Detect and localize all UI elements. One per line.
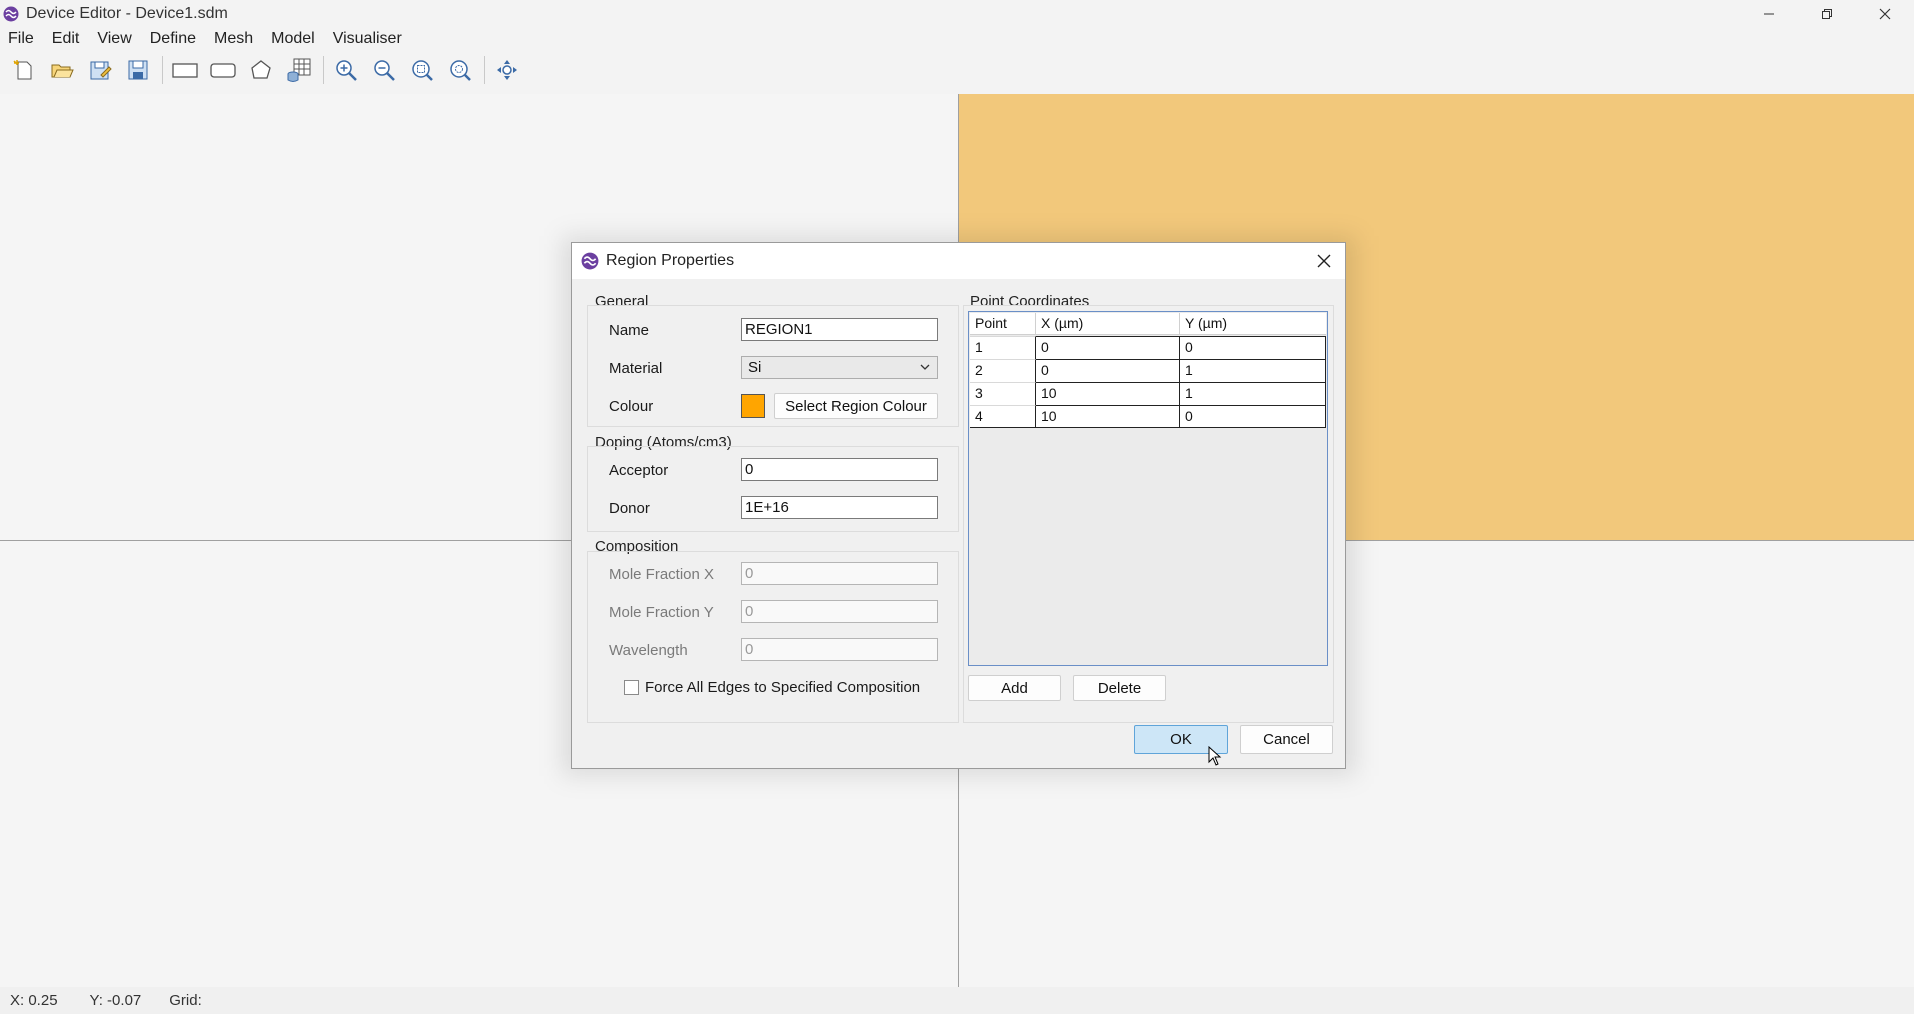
chevron-down-icon — [919, 360, 931, 377]
cancel-button[interactable]: Cancel — [1240, 725, 1333, 754]
material-selected-value: Si — [748, 359, 762, 376]
menu-mesh[interactable]: Mesh — [206, 30, 263, 48]
zoom-fit-icon[interactable] — [404, 53, 440, 87]
menu-model[interactable]: Model — [263, 30, 325, 48]
menu-bar: File Edit View Define Mesh Model Visuali… — [0, 27, 412, 51]
force-edges-checkbox[interactable] — [624, 680, 639, 695]
minimize-icon[interactable] — [1740, 0, 1798, 27]
column-header-y[interactable]: Y (µm) — [1180, 313, 1326, 334]
close-icon[interactable] — [1856, 0, 1914, 27]
status-bar: X: 0.25 Y: -0.07 Grid: — [0, 987, 1914, 1014]
open-folder-icon[interactable] — [44, 53, 80, 87]
menu-file[interactable]: File — [0, 30, 44, 48]
new-file-icon[interactable] — [6, 53, 42, 87]
table-row[interactable]: 1 0 0 — [970, 336, 1326, 359]
cell-x[interactable]: 0 — [1036, 359, 1180, 382]
polygon-tool-icon[interactable] — [243, 53, 279, 87]
menu-visualiser[interactable]: Visualiser — [325, 30, 412, 48]
dialog-title: Region Properties — [606, 252, 735, 269]
material-label: Material — [609, 360, 663, 377]
zoom-out-icon[interactable] — [366, 53, 402, 87]
colour-swatch — [741, 394, 765, 418]
cell-point: 2 — [970, 359, 1036, 382]
region-properties-dialog: Region Properties General Name Material … — [571, 242, 1346, 769]
table-row[interactable]: 4 10 0 — [970, 405, 1326, 428]
table-row[interactable]: 2 0 1 — [970, 359, 1326, 382]
app-logo-icon — [581, 252, 599, 270]
rectangle-tool-icon[interactable] — [167, 53, 203, 87]
cell-x[interactable]: 10 — [1036, 405, 1180, 427]
app-logo-icon — [2, 5, 20, 23]
table-tool-icon[interactable] — [281, 53, 317, 87]
rounded-rectangle-tool-icon[interactable] — [205, 53, 241, 87]
point-coordinates-table[interactable]: Point X (µm) Y (µm) 1 0 0 2 0 1 3 10 1 4… — [968, 311, 1328, 666]
name-input[interactable] — [741, 318, 938, 341]
wavelength-label: Wavelength — [609, 642, 688, 659]
menu-edit[interactable]: Edit — [44, 30, 90, 48]
cell-x[interactable]: 0 — [1036, 336, 1180, 359]
toolbar — [0, 52, 1914, 88]
mole-fraction-x-label: Mole Fraction X — [609, 566, 715, 583]
acceptor-label: Acceptor — [609, 462, 669, 479]
donor-input[interactable] — [741, 496, 938, 519]
window-title: Device Editor - Device1.sdm — [26, 4, 228, 22]
cell-point: 3 — [970, 382, 1036, 405]
cell-y[interactable]: 1 — [1180, 382, 1326, 405]
cell-y[interactable]: 0 — [1180, 336, 1326, 359]
table-row[interactable]: 3 10 1 — [970, 382, 1326, 405]
cell-x[interactable]: 10 — [1036, 382, 1180, 405]
cell-y[interactable]: 1 — [1180, 359, 1326, 382]
menu-define[interactable]: Define — [142, 30, 206, 48]
dialog-close-icon[interactable] — [1311, 248, 1337, 274]
force-edges-label: Force All Edges to Specified Composition — [645, 679, 921, 696]
restore-icon[interactable] — [1798, 0, 1856, 27]
donor-label: Donor — [609, 500, 650, 517]
status-y: Y: -0.07 — [89, 992, 142, 1009]
delete-point-button[interactable]: Delete — [1073, 675, 1166, 701]
mole-fraction-y-label: Mole Fraction Y — [609, 604, 714, 621]
table-header: Point X (µm) Y (µm) — [970, 313, 1326, 335]
material-select[interactable]: Si — [741, 356, 938, 379]
toolbar-separator — [484, 56, 485, 84]
select-region-colour-button[interactable]: Select Region Colour — [774, 393, 938, 419]
zoom-in-icon[interactable] — [328, 53, 364, 87]
dialog-title-bar: Region Properties — [572, 243, 1345, 279]
acceptor-input[interactable] — [741, 458, 938, 481]
colour-label: Colour — [609, 398, 654, 415]
add-point-button[interactable]: Add — [968, 675, 1061, 701]
column-header-point[interactable]: Point — [970, 313, 1036, 334]
pan-icon[interactable] — [489, 53, 525, 87]
save-as-icon[interactable] — [82, 53, 118, 87]
name-label: Name — [609, 322, 650, 339]
column-header-x[interactable]: X (µm) — [1036, 313, 1180, 334]
cell-point: 1 — [970, 336, 1036, 359]
toolbar-separator — [323, 56, 324, 84]
menu-view[interactable]: View — [89, 30, 141, 48]
wavelength-input — [741, 638, 938, 661]
status-grid: Grid: — [169, 992, 202, 1009]
title-bar: Device Editor - Device1.sdm — [0, 0, 1914, 27]
status-x: X: 0.25 — [10, 992, 58, 1009]
mole-fraction-y-input — [741, 600, 938, 623]
mole-fraction-x-input — [741, 562, 938, 585]
mouse-cursor-icon — [1208, 745, 1222, 771]
zoom-region-icon[interactable] — [442, 53, 478, 87]
save-icon[interactable] — [120, 53, 156, 87]
cell-point: 4 — [970, 405, 1036, 427]
cell-y[interactable]: 0 — [1180, 405, 1326, 427]
toolbar-separator — [162, 56, 163, 84]
